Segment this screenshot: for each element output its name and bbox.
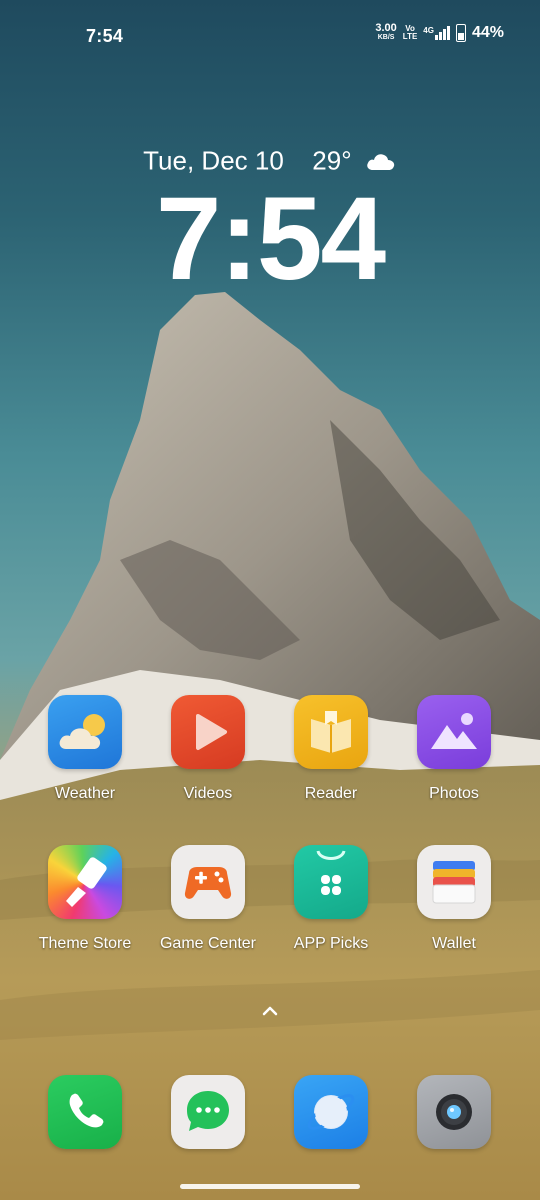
- dock-messages[interactable]: [148, 1075, 268, 1149]
- shopping-bag-icon: [294, 845, 368, 919]
- app-label: Game Center: [159, 935, 257, 952]
- battery-icon: [455, 24, 466, 42]
- home-gesture-bar[interactable]: [180, 1184, 360, 1189]
- app-label: Videos: [183, 785, 233, 802]
- cloud-icon: [367, 154, 395, 171]
- app-wallet[interactable]: Wallet: [394, 845, 514, 953]
- weather-icon: [48, 695, 122, 769]
- date-text: Tue, Dec 10: [143, 145, 284, 176]
- temperature-text: 29°: [312, 145, 352, 176]
- app-label: Photos: [429, 785, 479, 802]
- brush-icon: [48, 845, 122, 919]
- app-app-picks[interactable]: APP Picks: [271, 845, 391, 953]
- app-game-center[interactable]: Game Center: [148, 845, 268, 953]
- status-bar: 7:54 3.00 KB/S Vo LTE 4G 44%: [0, 0, 540, 72]
- book-icon: [294, 695, 368, 769]
- app-label: APP Picks: [293, 935, 369, 952]
- app-videos[interactable]: Videos: [148, 695, 268, 803]
- status-time: 7:54: [86, 26, 124, 46]
- chevron-up-icon[interactable]: [258, 1000, 282, 1020]
- dock-browser[interactable]: [271, 1075, 391, 1149]
- battery-percent: 44%: [471, 24, 504, 41]
- volte-bottom: LTE: [402, 32, 418, 41]
- date-weather-line[interactable]: Tue, Dec 10 29°: [0, 144, 540, 177]
- signal-icon: 4G: [423, 26, 450, 40]
- app-label: Theme Store: [38, 935, 132, 952]
- app-reader[interactable]: Reader: [271, 695, 391, 803]
- wallet-icon: [417, 845, 491, 919]
- status-icons: 3.00 KB/S Vo LTE 4G 44%: [375, 22, 504, 42]
- photos-icon: [417, 695, 491, 769]
- phone-icon: [48, 1075, 122, 1149]
- network-speed-unit: KB/S: [377, 34, 395, 41]
- gamepad-icon: [171, 845, 245, 919]
- camera-icon: [417, 1075, 491, 1149]
- planet-icon: [294, 1075, 368, 1149]
- clock-widget[interactable]: 7:54: [0, 180, 540, 298]
- chat-icon: [171, 1075, 245, 1149]
- play-icon: [171, 695, 245, 769]
- app-label: Weather: [54, 785, 116, 802]
- app-label: Reader: [304, 785, 358, 802]
- network-speed: 3.00 KB/S: [375, 22, 397, 42]
- network-speed-value: 3.00: [375, 22, 397, 34]
- app-theme-store[interactable]: Theme Store: [25, 845, 145, 953]
- dock-phone[interactable]: [25, 1075, 145, 1149]
- app-label: Wallet: [432, 935, 476, 952]
- app-weather[interactable]: Weather: [25, 695, 145, 803]
- app-photos[interactable]: Photos: [394, 695, 514, 803]
- volte-icon: Vo LTE: [403, 25, 418, 41]
- dock-camera[interactable]: [394, 1075, 514, 1149]
- network-type: 4G: [423, 26, 434, 35]
